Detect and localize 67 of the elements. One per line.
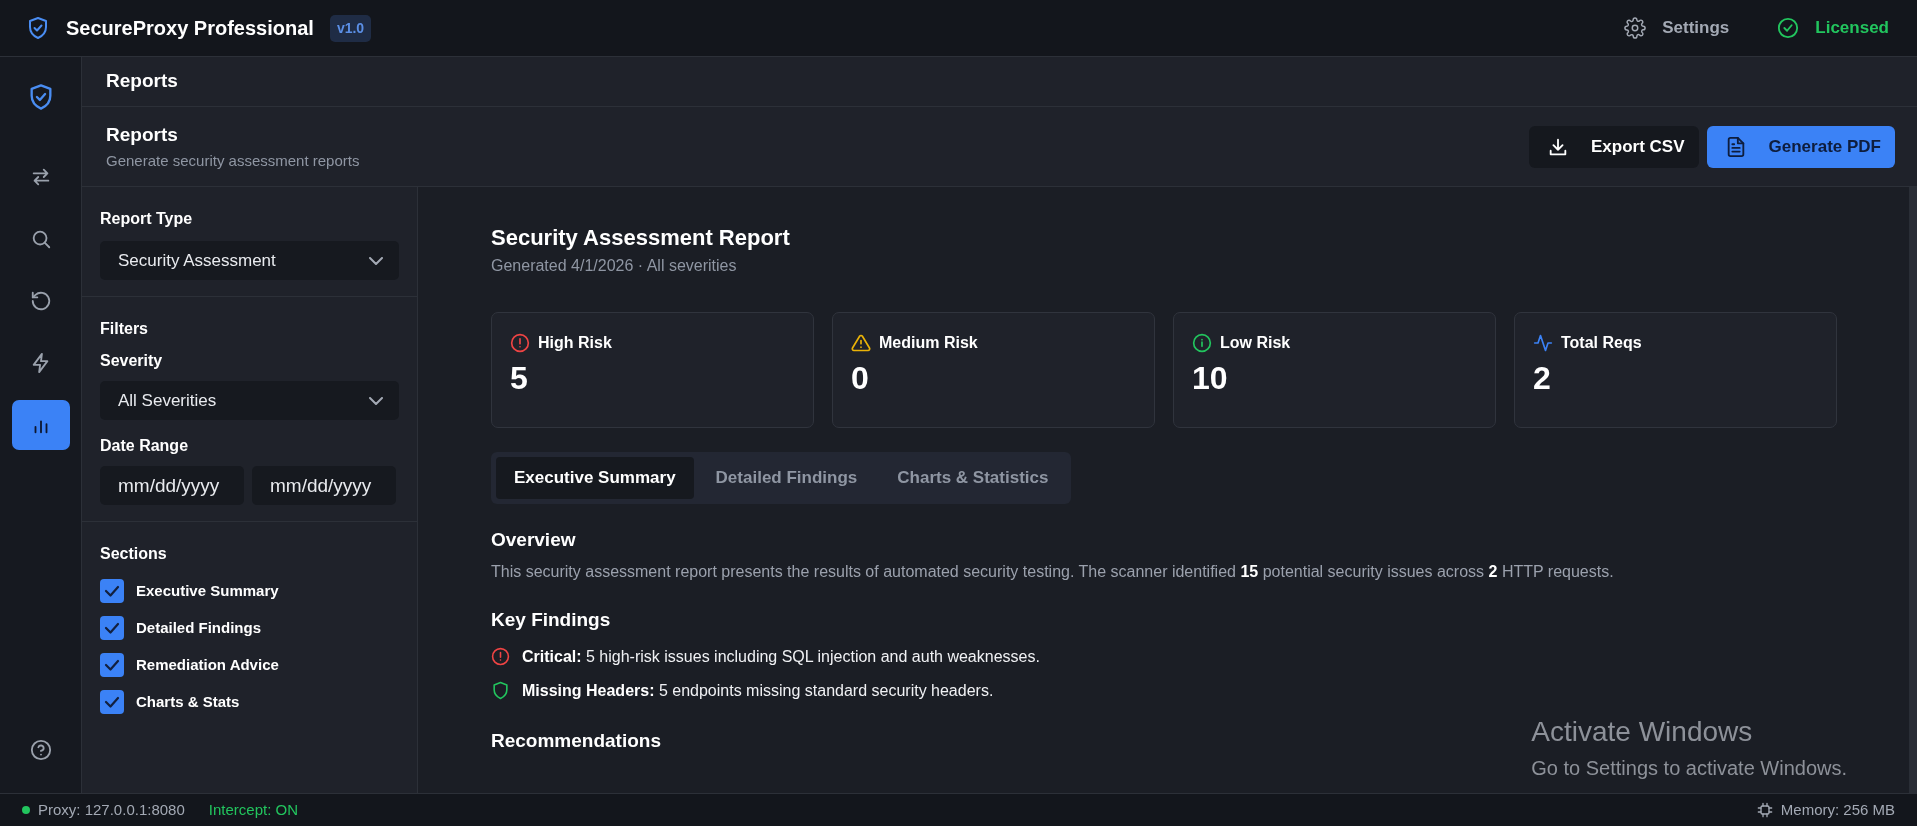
settings-link[interactable]: Settings — [1662, 15, 1730, 41]
activation-notice-text: Go to Settings to activate Windows. — [1531, 756, 1847, 781]
checkbox-label: Executive Summary — [136, 580, 279, 601]
memory-status: Memory: 256 MB — [1780, 799, 1895, 820]
chevron-down-icon — [369, 396, 383, 405]
overview-paragraph: This security assessment report presents the results of automated security testing. The scanner identified 15 potential security issues across 2 HTTP requests. — [491, 562, 1615, 582]
checkbox[interactable] — [100, 653, 124, 677]
report-type-dropdown[interactable]: Security Assessment — [100, 241, 399, 280]
finding-text: Critical: 5 high-risk issues including SQL injection and auth weaknesses. — [522, 646, 1040, 667]
shield-icon — [491, 681, 510, 700]
start-date-field[interactable]: mm/dd/yyyy — [100, 466, 244, 505]
stat-value: 2 — [1533, 359, 1552, 398]
report-title: Security Assessment Report — [491, 224, 791, 252]
field-label: Date Range — [100, 436, 190, 456]
alert-circle-icon — [491, 647, 510, 666]
section-heading: Overview — [491, 527, 576, 552]
page-subtitle: Generate security assessment reports — [106, 150, 360, 171]
checkbox[interactable] — [100, 616, 124, 640]
stat-value: 0 — [851, 359, 870, 398]
app-title: SecureProxy Professional — [66, 16, 314, 41]
version-badge: v1.0 — [329, 14, 372, 42]
status-dot — [22, 806, 30, 814]
report-tab[interactable]: Executive Summary — [496, 457, 694, 499]
shield-logo-icon — [26, 16, 50, 40]
stat-value: 5 — [510, 359, 529, 398]
chip-icon — [1756, 802, 1773, 818]
finding-text: Missing Headers: 5 endpoints missing standard security headers. — [522, 680, 994, 701]
checkbox-label: Charts & Stats — [136, 691, 240, 712]
report-meta: Generated 4/1/2026 · All severities — [491, 256, 738, 276]
check-circle-icon — [1777, 17, 1800, 39]
stat-label: High Risk — [538, 333, 612, 353]
severity-dropdown[interactable]: All Severities — [100, 381, 399, 420]
sidebar-nav-button[interactable] — [11, 400, 70, 450]
breadcrumb-title: Reports — [82, 57, 1917, 107]
field-label: Report Type — [100, 209, 194, 229]
alert-circle-icon — [510, 333, 530, 353]
activation-notice-title: Activate Windows — [1531, 715, 1754, 749]
chevron-down-icon — [369, 256, 383, 265]
checkbox-label: Remediation Advice — [136, 654, 279, 675]
section-heading: Recommendations — [491, 728, 661, 753]
section-heading: Sections — [100, 544, 168, 564]
report-tab[interactable]: Detailed Findings — [697, 457, 876, 499]
stat-label: Low Risk — [1220, 333, 1291, 353]
settings-icon — [1624, 17, 1647, 39]
stat-label: Medium Risk — [879, 333, 978, 353]
end-date-field[interactable]: mm/dd/yyyy — [252, 466, 396, 505]
warning-triangle-icon — [851, 333, 871, 353]
stat-label: Total Reqs — [1561, 333, 1642, 353]
history-icon — [29, 290, 52, 312]
export-csv-button[interactable]: Export CSV — [1529, 125, 1699, 168]
proxy-status: Proxy: 127.0.0.1:8080 — [38, 799, 185, 820]
report-tab[interactable]: Charts & Statistics — [879, 457, 1067, 499]
license-status: Licensed — [1815, 17, 1889, 40]
field-label: Severity — [100, 351, 164, 371]
checkbox-label: Detailed Findings — [136, 617, 261, 638]
section-heading: Filters — [100, 319, 149, 339]
checkbox[interactable] — [100, 579, 124, 603]
info-circle-icon — [1192, 333, 1212, 353]
intercept-status: Intercept: ON — [208, 799, 298, 820]
section-heading: Key Findings — [491, 608, 611, 632]
help-icon — [29, 739, 52, 761]
stat-value: 10 — [1192, 359, 1229, 398]
generate-pdf-button[interactable]: Generate PDF — [1706, 125, 1895, 168]
activity-pulse-icon — [1533, 333, 1553, 353]
page-title: Reports — [106, 123, 179, 147]
scrollbar[interactable] — [1909, 187, 1917, 793]
checkbox[interactable] — [100, 690, 124, 714]
